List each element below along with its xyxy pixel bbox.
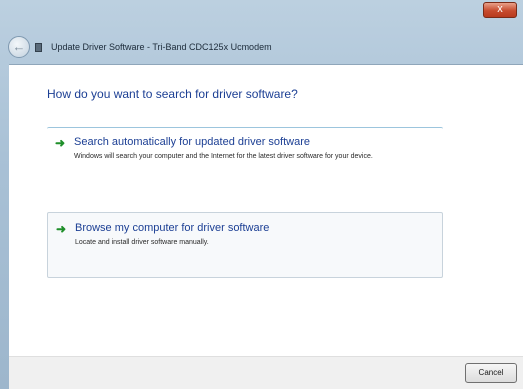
cancel-button[interactable]: Cancel xyxy=(465,363,517,383)
option-search-automatically[interactable]: ➜ Search automatically for updated drive… xyxy=(47,127,443,187)
close-button[interactable]: x xyxy=(483,2,517,18)
option-browse-computer[interactable]: ➜ Browse my computer for driver software… xyxy=(47,212,443,278)
dialog-header: ← Update Driver Software - Tri-Band CDC1… xyxy=(0,30,523,62)
back-arrow-icon: ← xyxy=(12,39,26,54)
option-title: Browse my computer for driver software xyxy=(75,222,270,234)
option-description: Locate and install driver software manua… xyxy=(75,239,209,246)
green-arrow-icon: ➜ xyxy=(56,222,67,236)
content-panel: How do you want to search for driver sof… xyxy=(9,64,523,356)
dialog-title: Update Driver Software - Tri-Band CDC125… xyxy=(51,42,272,52)
green-arrow-icon: ➜ xyxy=(55,136,66,150)
title-bar[interactable]: x xyxy=(0,0,523,30)
back-button[interactable]: ← xyxy=(8,36,30,58)
page-heading: How do you want to search for driver sof… xyxy=(47,87,298,101)
dialog-footer: Cancel xyxy=(9,356,523,389)
option-title: Search automatically for updated driver … xyxy=(74,136,311,148)
option-description: Windows will search your computer and th… xyxy=(74,153,373,160)
dialog-window: x ← Update Driver Software - Tri-Band CD… xyxy=(0,0,523,389)
close-icon: x xyxy=(497,3,503,15)
modem-icon xyxy=(35,43,42,52)
